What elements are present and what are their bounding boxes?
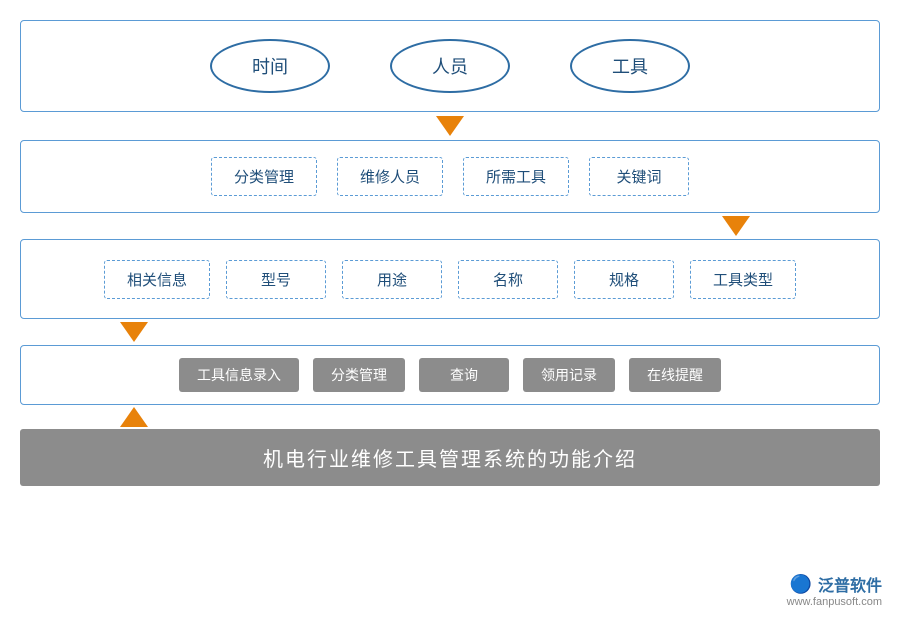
detail-related-info: 相关信息 — [104, 260, 210, 299]
detail-model: 型号 — [226, 260, 326, 299]
category-tools: 所需工具 — [463, 157, 569, 196]
category-keyword: 关键词 — [589, 157, 689, 196]
category-classify: 分类管理 — [211, 157, 317, 196]
logo-icon: 🔵 — [790, 574, 812, 595]
detail-usage: 用途 — [342, 260, 442, 299]
arrow-icon-1 — [436, 116, 464, 136]
detail-spec: 规格 — [574, 260, 674, 299]
arrow-icon-3 — [120, 322, 148, 342]
detail-tool-type: 工具类型 — [690, 260, 796, 299]
oval-time: 时间 — [210, 39, 330, 93]
arrow-down-1 — [20, 112, 880, 140]
layer-functions: 工具信息录入 分类管理 查询 领用记录 在线提醒 — [20, 345, 880, 405]
layer-categories: 分类管理 维修人员 所需工具 关键词 — [20, 140, 880, 213]
logo-sub: www.fanpusoft.com — [787, 596, 882, 608]
func-borrow: 领用记录 — [523, 358, 615, 392]
oval-person: 人员 — [390, 39, 510, 93]
main-container: 时间 人员 工具 分类管理 维修人员 所需工具 关键词 相关信息 型号 用途 名… — [20, 20, 880, 486]
layer-ovals: 时间 人员 工具 — [20, 20, 880, 112]
arrow-row-bottom — [20, 405, 880, 429]
logo-main: 泛普软件 — [818, 572, 882, 596]
func-entry: 工具信息录入 — [179, 358, 299, 392]
layer-details: 相关信息 型号 用途 名称 规格 工具类型 — [20, 239, 880, 319]
oval-tool: 工具 — [570, 39, 690, 93]
arrow-row-left — [20, 319, 880, 345]
logo-area: 🔵 泛普软件 www.fanpusoft.com — [787, 572, 882, 608]
title-text: 机电行业维修工具管理系统的功能介绍 — [263, 443, 637, 472]
layer-title: 机电行业维修工具管理系统的功能介绍 — [20, 429, 880, 486]
detail-name: 名称 — [458, 260, 558, 299]
arrow-icon-2 — [722, 216, 750, 236]
func-classify: 分类管理 — [313, 358, 405, 392]
func-query: 查询 — [419, 358, 509, 392]
arrow-icon-4 — [120, 407, 148, 427]
arrow-row-right — [20, 213, 880, 239]
func-reminder: 在线提醒 — [629, 358, 721, 392]
category-staff: 维修人员 — [337, 157, 443, 196]
